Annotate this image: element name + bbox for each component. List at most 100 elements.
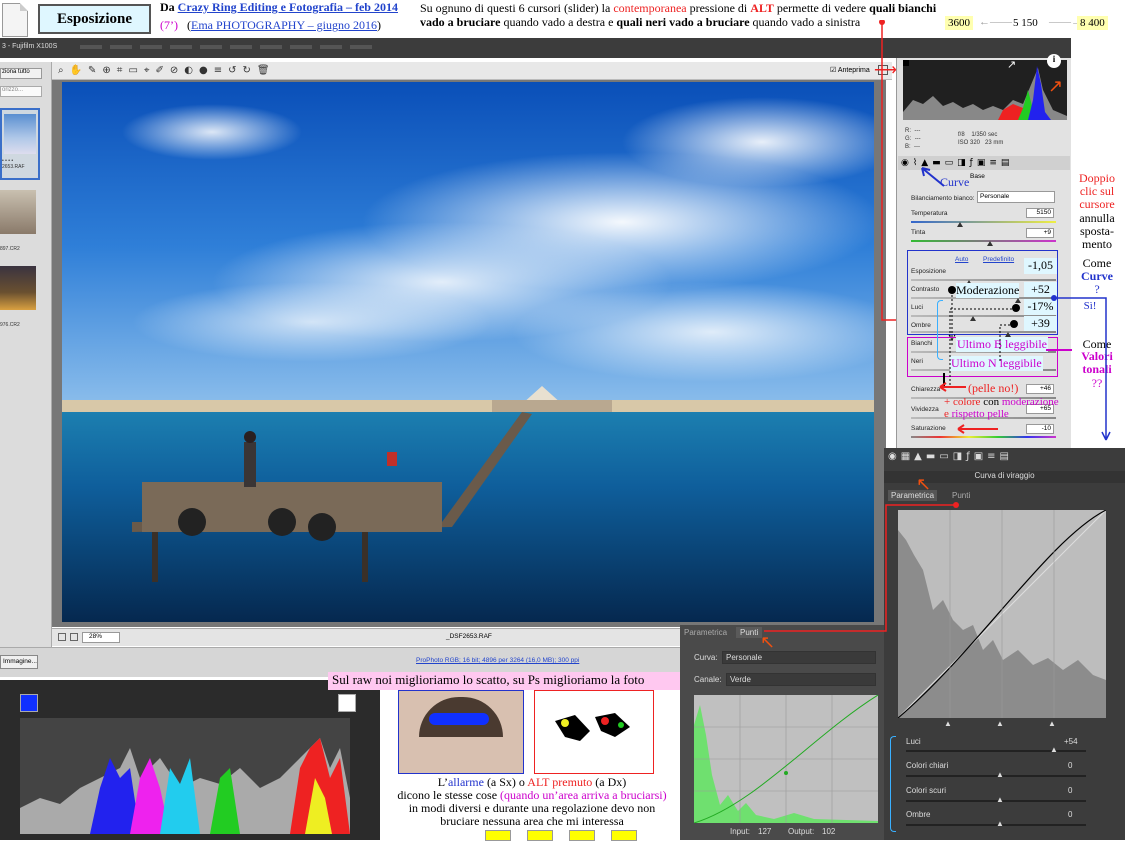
param-chiari-thumb[interactable]: ▲	[996, 770, 1004, 779]
point-curve-panel: Parametrica Punti Curva: Personale Canal…	[680, 625, 884, 840]
rispetto-note: e rispetto pelle	[944, 408, 1009, 420]
app-title-bar: 3 - Fujifilm X100S	[0, 38, 1071, 58]
select-all-button[interactable]: ziona tutto	[0, 68, 42, 79]
temp-value[interactable]: 5150	[1026, 208, 1054, 218]
temp-slider[interactable]	[911, 221, 1056, 223]
nav-return-button[interactable]	[611, 830, 637, 841]
temp-label: Temperatura	[911, 210, 948, 217]
source-link[interactable]: Crazy Ring Editing e Fotografia – feb 20…	[178, 0, 398, 14]
nav-prev-button[interactable]	[527, 830, 553, 841]
point-tab-points[interactable]: Punti	[736, 627, 763, 638]
input-value[interactable]: 127	[758, 827, 771, 836]
tint-thumb[interactable]	[987, 241, 993, 246]
source-prefix: Da	[160, 0, 175, 14]
magenta-connector	[1046, 349, 1072, 351]
arrow-left-icon: ←——	[979, 16, 1012, 28]
curve-arrow-icon	[921, 167, 945, 187]
shadow-warning-icon[interactable]	[20, 694, 38, 712]
param-chiari-label: Colori chiari	[906, 761, 949, 770]
temperature-range: 3600 ←—— 5 150 ——→ 8 400	[945, 16, 1110, 34]
tool-icons[interactable]: ⌕✋✎⊕⌗▭⌖✐⊘◐●≡↺↻🗑	[58, 65, 276, 77]
highlight-warning-icon[interactable]	[338, 694, 356, 712]
param-scuri-thumb[interactable]: ▲	[996, 795, 1004, 804]
exposure-slider[interactable]	[911, 279, 1056, 281]
temp-mid: 5 150	[1013, 17, 1038, 29]
red-connector-2	[764, 502, 959, 632]
window-title: 3 - Fujifilm X100S	[2, 43, 58, 50]
param-luci-slider[interactable]	[906, 750, 1086, 752]
param-bracket	[890, 736, 896, 832]
tint-label: Tinta	[911, 229, 926, 236]
nav-next-button[interactable]	[569, 830, 595, 841]
orange-arrow-3: ↖	[916, 474, 932, 494]
zoom-select[interactable]: 28%	[82, 632, 120, 643]
blue-connector	[1051, 295, 1111, 441]
param-luci-value[interactable]: +54	[1064, 737, 1078, 746]
saturation-label: Saturazione	[911, 425, 946, 432]
zoom-out-icon[interactable]	[58, 633, 66, 641]
saturation-arrow-icon	[957, 424, 998, 434]
filename: _DSF2653.RAF	[446, 633, 492, 640]
shadows-label: Ombre	[911, 322, 931, 329]
exif-readout: f/8 1/350 sec ISO 320 23 mm	[958, 132, 1004, 146]
save-image-button[interactable]: Immagine...	[0, 655, 38, 669]
alt-description: Su ognuno di questi 6 cursori (slider) l…	[420, 1, 937, 29]
alt-preview	[534, 690, 654, 774]
curve-select[interactable]: Personale	[722, 651, 876, 664]
param-chiari-value[interactable]: 0	[1068, 761, 1072, 770]
vibrance-label: Vividezza	[911, 406, 939, 413]
split-thumb-2[interactable]: ▲	[996, 719, 1004, 728]
channel-select-label: Canale:	[694, 675, 722, 684]
wb-select[interactable]: Personale	[977, 191, 1055, 203]
histogram-graph	[20, 718, 350, 834]
double-click-note: Doppio clic sul cursore	[1079, 171, 1115, 211]
nav-first-button[interactable]	[485, 830, 511, 841]
sort-button[interactable]: orizzo...	[0, 86, 42, 97]
tint-slider[interactable]	[911, 240, 1056, 242]
film-thumb-2[interactable]: 897.CR2	[0, 190, 36, 252]
source2-link[interactable]: Ema PHOTOGRAPHY – giugno 2016	[191, 18, 377, 32]
point-tab-parametric[interactable]: Parametrica	[684, 628, 727, 637]
orange-arrow-4: ↖	[760, 632, 776, 652]
curve-tab-icons[interactable]: ◉▦▲▬▭◨ƒ▣≡▤	[888, 451, 1013, 462]
param-ombre-value[interactable]: 0	[1068, 810, 1072, 819]
blacks-label: Neri	[911, 358, 923, 365]
channel-select[interactable]: Verde	[726, 673, 876, 686]
raw-vs-ps-note: Sul raw noi miglioriamo lo scatto, su Ps…	[328, 672, 680, 690]
output-value[interactable]: 102	[822, 827, 835, 836]
split-thumb-3[interactable]: ▲	[1048, 719, 1056, 728]
pelle-no-note: (pelle no!)	[968, 381, 1019, 395]
orange-arrow-1: ⟶	[874, 62, 897, 79]
document-icon	[2, 3, 28, 37]
film-thumb-1[interactable]: • • • • 2653.RAF	[0, 108, 40, 180]
param-scuri-value[interactable]: 0	[1068, 786, 1072, 795]
source-line: Da Crazy Ring Editing e Fotografia – feb…	[160, 0, 415, 14]
reset-note: annulla sposta-mento	[1079, 211, 1115, 251]
curve-select-label: Curva:	[694, 653, 718, 662]
param-scuri-label: Colori scuri	[906, 786, 947, 795]
temp-max: 8 400	[1077, 16, 1108, 30]
param-ombre-thumb[interactable]: ▲	[996, 819, 1004, 828]
wb-label: Bilanciamento bianco:	[911, 195, 975, 202]
saturation-slider[interactable]	[911, 436, 1056, 438]
highlights-label: Luci	[911, 304, 923, 311]
source2-line: (7’) (Ema PHOTOGRAPHY – giugno 2016)	[160, 18, 382, 32]
preview-checkbox[interactable]: ☑ Anteprima	[830, 66, 870, 74]
split-thumb-1[interactable]: ▲	[944, 719, 952, 728]
temp-thumb[interactable]	[957, 222, 963, 227]
param-luci-thumb[interactable]: ▲	[1050, 745, 1058, 754]
photoshop-histogram	[0, 680, 380, 840]
zoom-in-icon[interactable]	[70, 633, 78, 641]
film-thumb-3[interactable]: 976.CR2	[0, 266, 36, 328]
histogram: ↗ i	[903, 54, 1067, 120]
info-icon[interactable]: i	[1047, 54, 1061, 68]
tint-value[interactable]: +9	[1026, 228, 1054, 238]
duration: (7’)	[160, 18, 178, 32]
filmstrip: ziona tutto orizzo... • • • • 2653.RAF 8…	[0, 62, 52, 647]
exposure-value[interactable]: -1,05	[1024, 258, 1057, 274]
point-curve-graph[interactable]	[693, 694, 879, 824]
shadow-clip-icon[interactable]	[903, 60, 909, 66]
workflow-options-link[interactable]: ProPhoto RGB; 16 bit; 4896 per 3264 (16,…	[416, 657, 579, 664]
pelle-arrow-icon	[939, 382, 966, 392]
preview-photo[interactable]	[62, 82, 874, 622]
